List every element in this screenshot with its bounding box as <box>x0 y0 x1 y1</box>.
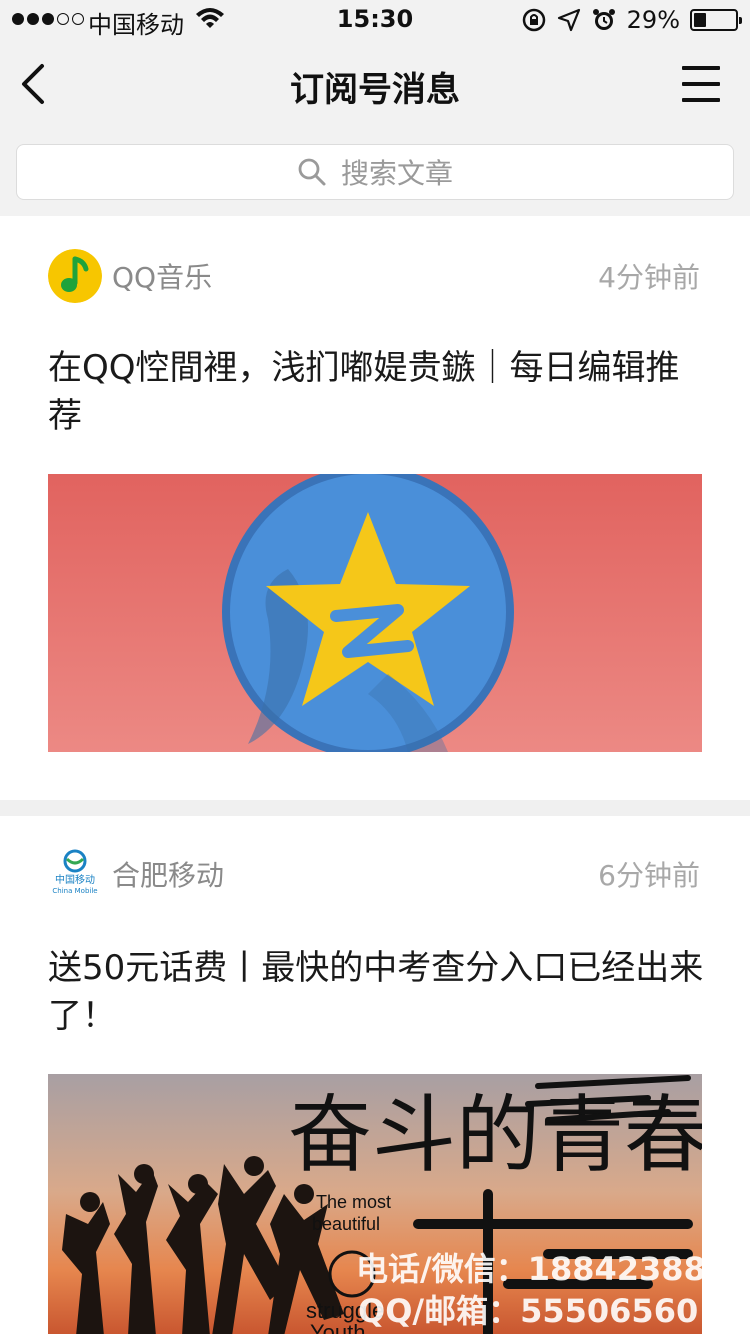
article-title[interactable]: 在QQ悾間裡，浅扪嘟媞贵鏃｜每日编辑推荐 <box>48 344 708 440</box>
china-mobile-avatar[interactable]: 中国移动 China Mobile <box>48 847 102 901</box>
cover-side-text: The most <box>316 1192 391 1212</box>
account-name[interactable]: 合肥移动 <box>112 854 224 894</box>
svg-text:中国移动: 中国移动 <box>55 873 95 886</box>
page-title: 订阅号消息 <box>290 70 460 110</box>
hamburger-menu-icon[interactable] <box>682 66 720 102</box>
location-icon <box>557 8 580 32</box>
rotation-lock-icon <box>522 8 545 32</box>
battery-icon <box>690 9 742 31</box>
article-card[interactable]: 中国移动 China Mobile 合肥移动 6分钟前 送50元话费丨最快的中考… <box>0 816 750 1334</box>
article-title[interactable]: 送50元话费丨最快的中考查分入口已经出来了！ <box>48 944 708 1040</box>
alarm-icon <box>592 9 615 30</box>
battery-percent: 29% <box>626 6 680 34</box>
navigation-bar: 订阅号消息 <box>0 40 750 128</box>
card-header: 中国移动 China Mobile 合肥移动 6分钟前 <box>48 846 700 902</box>
post-time: 6分钟前 <box>598 859 700 892</box>
search-icon <box>298 158 326 186</box>
article-card[interactable]: QQ音乐 4分钟前 在QQ悾間裡，浅扪嘟媞贵鏃｜每日编辑推荐 <box>0 216 750 800</box>
watermark-contact: 电话/微信：18842388​9 <box>356 1250 702 1288</box>
search-input[interactable]: 搜索文章 <box>16 144 734 200</box>
article-cover-image[interactable] <box>48 474 702 752</box>
article-cover-image[interactable]: 奋斗的青春 The most beautiful struggle Youth … <box>48 1074 702 1334</box>
post-time: 4分钟前 <box>598 261 700 294</box>
search-placeholder: 搜索文章 <box>340 157 453 190</box>
watermark-contact: QQ/邮箱：55506560 <box>358 1292 699 1330</box>
search-area: 搜索文章 <box>0 128 750 216</box>
cover-side-text: beautiful <box>312 1214 380 1234</box>
svg-text:China Mobile: China Mobile <box>52 887 97 895</box>
account-name[interactable]: QQ音乐 <box>112 256 212 296</box>
qq-music-avatar[interactable] <box>48 249 102 303</box>
status-bar: 中国移动 15:30 29% <box>0 0 750 40</box>
card-header: QQ音乐 4分钟前 <box>48 248 700 304</box>
